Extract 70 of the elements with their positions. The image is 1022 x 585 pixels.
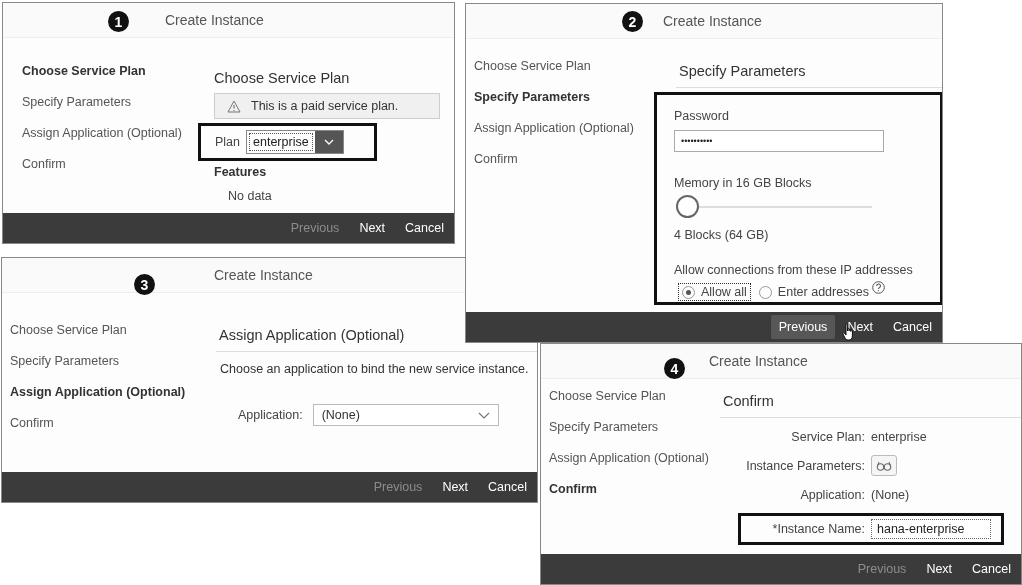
field-value: enterprise bbox=[871, 429, 927, 444]
field-value: (None) bbox=[871, 487, 910, 502]
radio-label: Allow all bbox=[701, 285, 747, 299]
wizard-step[interactable]: Assign Application (Optional) bbox=[22, 126, 214, 157]
field-label: Instance Parameters: bbox=[745, 458, 865, 473]
radio-option[interactable]: Enter addresses bbox=[755, 284, 872, 300]
wizard-step[interactable]: Choose Service Plan bbox=[549, 389, 720, 420]
step-number-badge: 1 bbox=[108, 11, 129, 32]
warning-text: This is a paid service plan. bbox=[251, 99, 399, 113]
wizard-step[interactable]: Confirm bbox=[22, 157, 214, 188]
chevron-down-icon bbox=[323, 139, 334, 145]
field-label: Application: bbox=[799, 487, 865, 502]
footer-button[interactable]: Next bbox=[918, 557, 961, 581]
instance-name-field[interactable]: hana-enterprise bbox=[871, 519, 991, 539]
radio-label: Enter addresses bbox=[777, 285, 869, 299]
field-label: Plan bbox=[215, 135, 241, 149]
wizard-step[interactable]: Confirm bbox=[549, 482, 720, 513]
wizard-step[interactable]: Assign Application (Optional) bbox=[474, 121, 676, 152]
footer-button[interactable]: Next bbox=[434, 475, 477, 499]
field-label: Password bbox=[674, 109, 730, 123]
view-parameters-button[interactable] bbox=[871, 455, 897, 476]
password-field[interactable]: •••••••••• bbox=[674, 130, 884, 152]
wizard-step[interactable]: Choose Service Plan bbox=[474, 59, 676, 90]
chevron-down-icon bbox=[477, 411, 490, 419]
selected-value: (None) bbox=[321, 408, 360, 422]
slider-reading: 4 Blocks (64 GB) bbox=[674, 228, 770, 242]
field-label: Memory in 16 GB Blocks bbox=[674, 176, 813, 190]
footer-button[interactable]: Cancel bbox=[964, 557, 1019, 581]
glasses-icon bbox=[876, 460, 892, 471]
footer-button[interactable]: Cancel bbox=[480, 475, 535, 499]
features-value: No data bbox=[228, 189, 273, 203]
step-number-badge: 4 bbox=[664, 358, 685, 379]
plan-dropdown[interactable]: enterprise bbox=[246, 130, 344, 154]
wizard-step[interactable]: Choose Service Plan bbox=[22, 64, 214, 95]
dropdown-toggle[interactable] bbox=[314, 131, 343, 153]
dialog-title: Create Instance bbox=[709, 353, 808, 369]
field-label: Allow connections from these IP addresses bbox=[674, 263, 914, 277]
field-label: *Instance Name: bbox=[771, 522, 865, 536]
field-label: Application: bbox=[238, 408, 303, 422]
footer-button[interactable]: Previous bbox=[770, 315, 836, 339]
wizard-step[interactable]: Assign Application (Optional) bbox=[10, 385, 216, 416]
help-icon[interactable] bbox=[871, 280, 885, 294]
selected-value: enterprise bbox=[247, 131, 315, 153]
wizard-step[interactable]: Confirm bbox=[10, 416, 216, 447]
section-heading: Confirm bbox=[720, 389, 1021, 418]
wizard-step[interactable]: Assign Application (Optional) bbox=[549, 451, 720, 482]
footer-button[interactable]: Next bbox=[839, 315, 882, 339]
description-text: Choose an application to bind the new service instance. bbox=[219, 361, 530, 376]
step-number-badge: 2 bbox=[622, 11, 643, 32]
wizard-step[interactable]: Specify Parameters bbox=[22, 95, 214, 126]
dialog-title: Create Instance bbox=[663, 13, 762, 29]
field-label: Service Plan: bbox=[790, 429, 865, 444]
footer-button[interactable]: Cancel bbox=[885, 315, 940, 339]
step-number-badge: 3 bbox=[134, 274, 155, 295]
wizard-step[interactable]: Specify Parameters bbox=[549, 420, 720, 451]
footer-button[interactable]: Cancel bbox=[397, 216, 452, 240]
wizard-step[interactable]: Specify Parameters bbox=[10, 354, 216, 385]
slider-thumb[interactable] bbox=[676, 195, 699, 218]
section-heading: Specify Parameters bbox=[676, 59, 942, 88]
section-heading: Choose Service Plan bbox=[214, 69, 351, 88]
features-label: Features bbox=[214, 165, 268, 179]
radio-option[interactable]: Allow all bbox=[679, 284, 750, 300]
dialog-title: Create Instance bbox=[214, 267, 313, 283]
wizard-step[interactable]: Specify Parameters bbox=[474, 90, 676, 121]
wizard-step[interactable]: Confirm bbox=[474, 152, 676, 183]
footer-button[interactable]: Next bbox=[351, 216, 394, 240]
wizard-step[interactable]: Choose Service Plan bbox=[10, 323, 216, 354]
dialog-title: Create Instance bbox=[165, 12, 264, 28]
application-dropdown[interactable]: (None) bbox=[312, 404, 499, 426]
warning-icon bbox=[227, 99, 241, 113]
